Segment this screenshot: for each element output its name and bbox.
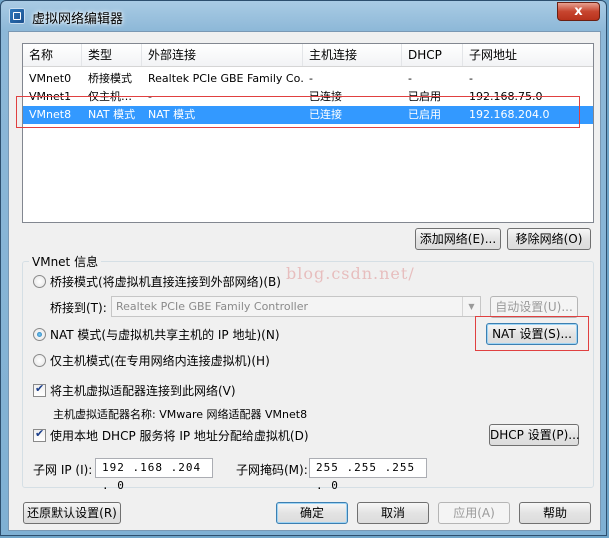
ok-button[interactable]: 确定 — [276, 502, 348, 524]
bridge-mode-label[interactable]: 桥接模式(将虚拟机直接连接到外部网络)(B) — [50, 273, 281, 290]
dialog-client-area: 名称 类型 外部连接 主机连接 DHCP 子网地址 VMnet0 桥接模式 Re… — [8, 31, 601, 531]
window-title: 虚拟网络编辑器 — [32, 12, 124, 27]
cell-external: Realtek PCIe GBE Family Co… — [148, 72, 303, 85]
column-header-type[interactable]: 类型 — [82, 44, 142, 66]
network-list-header: 名称 类型 外部连接 主机连接 DHCP 子网地址 — [23, 44, 593, 67]
cell-type: 仅主机… — [88, 90, 132, 103]
app-icon — [9, 8, 25, 24]
cell-name: VMnet8 — [29, 108, 72, 121]
subnet-ip-label: 子网 IP (I): — [33, 463, 93, 477]
bridge-mode-radio[interactable] — [33, 275, 46, 288]
cell-subnet: - — [469, 72, 473, 85]
cell-host-connection: 已连接 — [309, 108, 342, 121]
dhcp-settings-button[interactable]: DHCP 设置(P)... — [489, 424, 580, 446]
use-dhcp-label[interactable]: 使用本地 DHCP 服务将 IP 地址分配给虚拟机(D) — [50, 427, 309, 444]
cell-external: NAT 模式 — [148, 108, 196, 121]
table-row[interactable]: VMnet1 仅主机… - 已连接 已启用 192.168.75.0 — [23, 88, 593, 106]
remove-network-button[interactable]: 移除网络(O) — [507, 228, 591, 250]
cell-name: VMnet1 — [29, 90, 72, 103]
cell-external: - — [148, 90, 152, 103]
virtual-network-editor-window: 虚拟网络编辑器 x 名称 类型 外部连接 主机连接 DHCP 子网地址 VMne… — [0, 0, 607, 536]
connect-adapter-checkbox[interactable] — [33, 382, 46, 397]
nat-settings-button[interactable]: NAT 设置(S)... — [486, 323, 578, 345]
cell-subnet: 192.168.75.0 — [469, 90, 543, 103]
cell-dhcp: 已启用 — [408, 90, 441, 103]
cell-type: 桥接模式 — [88, 72, 132, 85]
auto-settings-button[interactable]: 自动设置(U)... — [490, 296, 578, 318]
close-button[interactable]: x — [557, 2, 600, 21]
subnet-mask-input[interactable]: 255 .255 .255 . 0 — [309, 458, 427, 492]
host-only-radio[interactable] — [33, 354, 46, 367]
add-network-button[interactable]: 添加网络(E)... — [415, 228, 501, 250]
cell-type: NAT 模式 — [88, 108, 136, 121]
bridge-to-select[interactable]: Realtek PCIe GBE Family Controller ▼ — [111, 296, 481, 317]
use-dhcp-checkbox[interactable] — [33, 427, 46, 442]
nat-mode-label[interactable]: NAT 模式(与虚拟机共享主机的 IP 地址)(N) — [50, 326, 280, 343]
bridge-to-value: Realtek PCIe GBE Family Controller — [116, 300, 309, 313]
cell-name: VMnet0 — [29, 72, 72, 85]
chevron-down-icon[interactable]: ▼ — [462, 297, 480, 316]
table-row[interactable]: VMnet0 桥接模式 Realtek PCIe GBE Family Co… … — [23, 70, 593, 88]
subnet-ip-input[interactable]: 192 .168 .204 . 0 — [95, 458, 213, 492]
cell-host-connection: - — [309, 72, 313, 85]
adapter-name-text: 主机虚拟适配器名称: VMware 网络适配器 VMnet8 — [53, 408, 308, 421]
cancel-button[interactable]: 取消 — [357, 502, 429, 524]
nat-mode-radio[interactable] — [33, 328, 46, 341]
column-header-dhcp[interactable]: DHCP — [402, 44, 463, 66]
cell-dhcp: - — [408, 72, 412, 85]
cell-subnet: 192.168.204.0 — [469, 108, 550, 121]
apply-button[interactable]: 应用(A) — [438, 502, 510, 524]
title-bar[interactable]: 虚拟网络编辑器 x — [1, 1, 606, 31]
cell-host-connection: 已连接 — [309, 90, 342, 103]
column-header-name[interactable]: 名称 — [23, 44, 82, 66]
subnet-mask-label: 子网掩码(M): — [236, 463, 308, 477]
table-row-selected[interactable]: VMnet8 NAT 模式 NAT 模式 已连接 已启用 192.168.204… — [23, 106, 593, 124]
connect-adapter-label[interactable]: 将主机虚拟适配器连接到此网络(V) — [50, 382, 236, 399]
column-header-external[interactable]: 外部连接 — [142, 44, 303, 66]
watermark-text: blog.csdn.net/ — [286, 264, 415, 283]
cell-dhcp: 已启用 — [408, 108, 441, 121]
network-list[interactable]: 名称 类型 外部连接 主机连接 DHCP 子网地址 VMnet0 桥接模式 Re… — [22, 43, 594, 223]
vmnet-info-group-title: VMnet 信息 — [29, 253, 102, 270]
column-header-subnet[interactable]: 子网地址 — [463, 44, 593, 66]
bridge-to-label: 桥接到(T): — [50, 301, 107, 315]
restore-defaults-button[interactable]: 还原默认设置(R) — [23, 502, 121, 524]
column-header-host-connection[interactable]: 主机连接 — [303, 44, 402, 66]
help-button[interactable]: 帮助 — [519, 502, 591, 524]
host-only-label[interactable]: 仅主机模式(在专用网络内连接虚拟机)(H) — [50, 352, 270, 369]
